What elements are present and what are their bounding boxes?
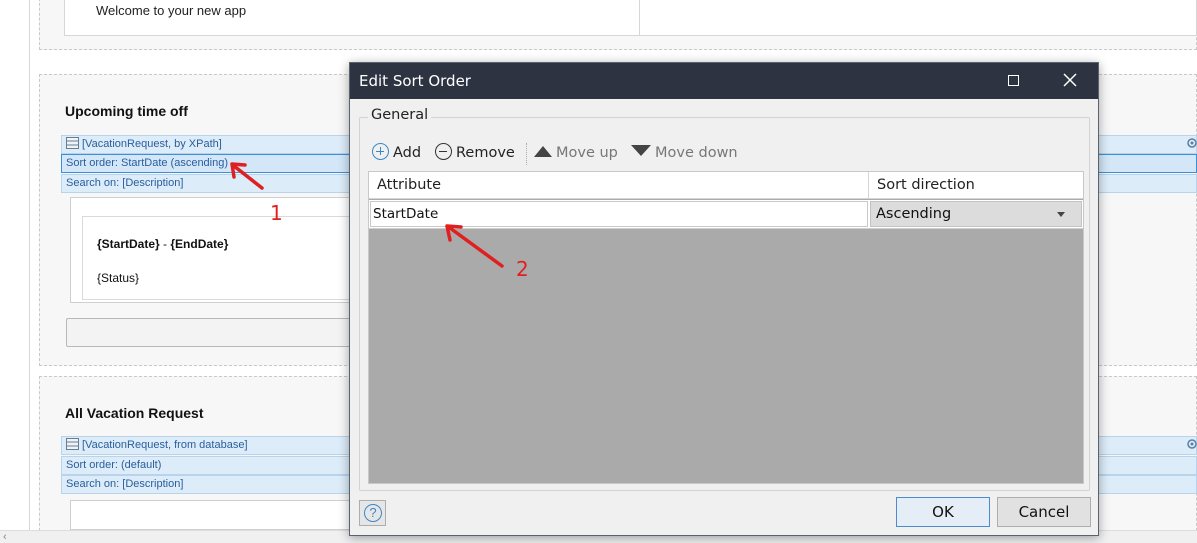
upcoming-load-more-button[interactable] (66, 318, 356, 347)
move-up-button[interactable]: Move up (534, 143, 618, 165)
upcoming-list-item[interactable] (82, 216, 370, 300)
maximize-icon (1007, 75, 1019, 86)
upcoming-datasource-label: [VacationRequest, by XPath] (82, 138, 222, 150)
database-icon (66, 137, 79, 149)
chevron-down-icon (1057, 212, 1065, 217)
move-up-label: Move up (556, 145, 618, 161)
move-down-icon (631, 145, 651, 156)
close-icon (1063, 73, 1077, 87)
add-label: Add (393, 145, 422, 161)
upcoming-search-label: Search on: [Description] (66, 177, 184, 189)
datasource-settings-icon[interactable] (1186, 438, 1197, 450)
welcome-cell-right[interactable] (639, 0, 1197, 36)
toolbar-separator (526, 143, 527, 165)
start-date-binding: {StartDate} (97, 237, 160, 251)
sort-items-grid[interactable]: Attribute Sort direction StartDate Ascen… (368, 171, 1084, 484)
maximize-button[interactable] (990, 63, 1036, 99)
dates-separator: - (159, 237, 171, 251)
datasource-settings-icon[interactable] (1186, 137, 1197, 149)
dialog-titlebar[interactable]: Edit Sort Order (350, 63, 1098, 99)
cancel-button[interactable]: Cancel (997, 497, 1091, 527)
grid-header: Attribute Sort direction (369, 172, 1083, 199)
add-circle-icon (372, 143, 389, 160)
help-button[interactable]: ? (359, 500, 386, 526)
callout-number-2: 2 (516, 257, 529, 281)
remove-circle-icon (435, 143, 452, 160)
callout-arrow-1 (230, 162, 264, 190)
column-header-sort-direction[interactable]: Sort direction (869, 172, 975, 199)
all-requests-datasource-label: [VacationRequest, from database] (82, 439, 248, 451)
dialog-title: Edit Sort Order (359, 72, 471, 90)
edit-sort-order-dialog: Edit Sort Order General Add Remove Move … (349, 62, 1099, 536)
end-date-binding: {EndDate} (170, 237, 229, 251)
callout-number-1: 1 (270, 201, 283, 225)
column-header-attribute[interactable]: Attribute (369, 172, 441, 199)
upcoming-sort-order-label: Sort order: StartDate (ascending) (66, 157, 229, 169)
all-requests-list-template[interactable] (70, 500, 370, 530)
all-requests-sort-order-label: Sort order: (default) (66, 459, 162, 471)
callout-arrow-2 (445, 224, 504, 268)
upcoming-section-title: Upcoming time off (65, 103, 188, 119)
move-down-button[interactable]: Move down (631, 143, 738, 165)
remove-button[interactable]: Remove (435, 143, 515, 165)
general-group-label: General (368, 107, 432, 123)
scroll-left-icon[interactable]: ‹ (3, 531, 7, 543)
editor-left-gutter (0, 0, 30, 530)
all-requests-search-label: Search on: [Description] (66, 478, 184, 490)
remove-label: Remove (456, 145, 515, 161)
add-button[interactable]: Add (372, 143, 421, 165)
move-up-icon (534, 146, 552, 157)
upcoming-status-binding: {Status} (97, 271, 140, 285)
sort-direction-select[interactable]: Ascending (870, 201, 1082, 227)
ok-button[interactable]: OK (896, 497, 990, 527)
sort-direction-value: Ascending (876, 206, 952, 222)
all-requests-section-title: All Vacation Request (65, 405, 204, 421)
welcome-text: Welcome to your new app (96, 3, 247, 18)
upcoming-dates-text: {StartDate} - {EndDate} (97, 237, 228, 251)
move-down-label: Move down (655, 145, 738, 161)
help-icon: ? (364, 504, 382, 522)
close-button[interactable] (1047, 63, 1093, 99)
database-icon (66, 438, 79, 450)
